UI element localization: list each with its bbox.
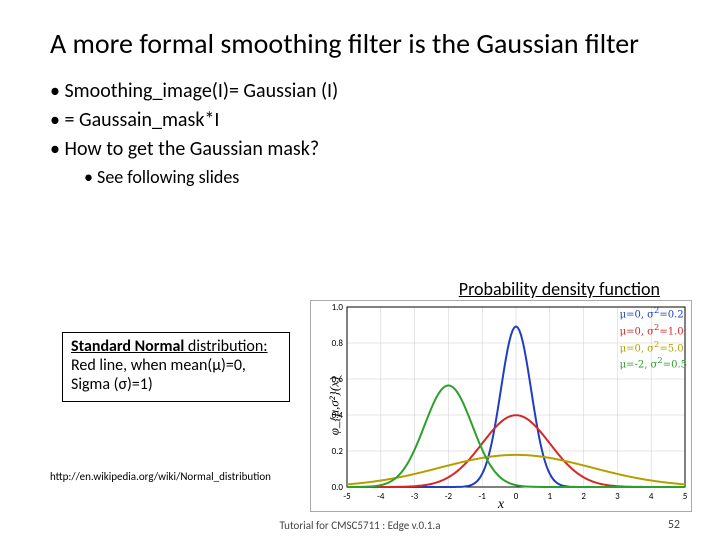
bullet-1: • Smoothing_image(I)= Gaussian (I) [50, 78, 670, 105]
citation-url: http://en.wikipedia.org/wiki/Normal_dist… [50, 470, 271, 483]
svg-text:2: 2 [581, 491, 586, 502]
chart-legend: μ=0, σ2=0.2μ=0, σ2=1.0μ=0, σ2=5.0μ=-2, σ… [620, 305, 687, 372]
bullet-list: • Smoothing_image(I)= Gaussian (I) • = G… [50, 78, 670, 189]
slide-title: A more formal smoothing filter is the Ga… [50, 28, 670, 60]
svg-text:-2: -2 [445, 491, 453, 502]
bullet-2: • = Gaussain_mask*I [50, 107, 670, 134]
svg-text:5: 5 [683, 491, 688, 502]
svg-text:4: 4 [649, 491, 654, 502]
gaussian-chart: -5-4-3-2-10123450.00.20.40.60.81.0 φ_{μ,… [310, 300, 692, 512]
y-axis-label: φ_{μ,σ²}(x) [326, 377, 342, 436]
svg-text:1.0: 1.0 [332, 302, 344, 313]
svg-text:-5: -5 [343, 491, 351, 502]
svg-text:0.8: 0.8 [332, 338, 344, 349]
note-box: Standard Normal distribution: Red line, … [62, 332, 290, 402]
svg-text:-3: -3 [411, 491, 419, 502]
x-axis-label: x [498, 497, 504, 513]
svg-text:0.2: 0.2 [332, 446, 344, 457]
chart-title: Probability density function [459, 278, 660, 300]
svg-text:0.0: 0.0 [332, 482, 344, 493]
svg-text:3: 3 [615, 491, 620, 502]
svg-text:1: 1 [548, 491, 553, 502]
bullet-3a: • See following slides [84, 165, 670, 189]
bullet-3: • How to get the Gaussian mask? [50, 136, 670, 163]
svg-text:-4: -4 [377, 491, 385, 502]
page-number: 52 [668, 518, 680, 532]
svg-text:0: 0 [514, 491, 519, 502]
footer-text: Tutorial for CMSC5711 : Edge v.0.1.a [0, 519, 720, 532]
svg-text:-1: -1 [479, 491, 487, 502]
